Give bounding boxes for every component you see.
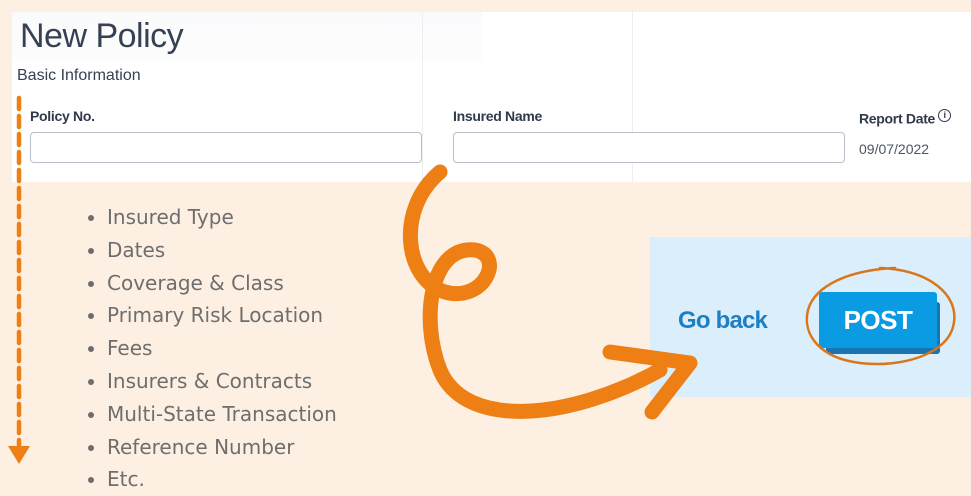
post-button[interactable]: POST xyxy=(819,292,937,348)
list-item: Coverage & Class xyxy=(107,267,337,300)
list-item: Fees xyxy=(107,332,337,365)
list-item: Multi-State Transaction xyxy=(107,398,337,431)
go-back-link[interactable]: Go back xyxy=(678,307,768,335)
curved-pointer-arrow xyxy=(402,164,668,419)
arrow-down-icon xyxy=(8,446,30,464)
list-item: Primary Risk Location xyxy=(107,299,337,332)
section-title: Basic Information xyxy=(17,67,141,84)
report-date-label: Report Date i xyxy=(859,109,952,127)
report-date-value: 09/07/2022 xyxy=(859,141,930,157)
list-item: Reference Number xyxy=(107,431,337,464)
insured-name-label: Insured Name xyxy=(453,108,542,124)
info-icon[interactable]: i xyxy=(938,109,952,122)
insured-name-input[interactable] xyxy=(453,132,845,163)
page-title: New Policy xyxy=(20,17,184,55)
policy-sections-list: Insured Type Dates Coverage & Class Prim… xyxy=(75,201,337,496)
report-date-label-text: Report Date xyxy=(859,110,936,127)
policy-no-label: Policy No. xyxy=(30,108,95,124)
policy-no-input[interactable] xyxy=(30,132,422,163)
list-item: Insurers & Contracts xyxy=(107,365,337,398)
faded-divider xyxy=(422,12,423,182)
list-item: Insured Type xyxy=(107,201,337,234)
list-item: Dates xyxy=(107,234,337,267)
